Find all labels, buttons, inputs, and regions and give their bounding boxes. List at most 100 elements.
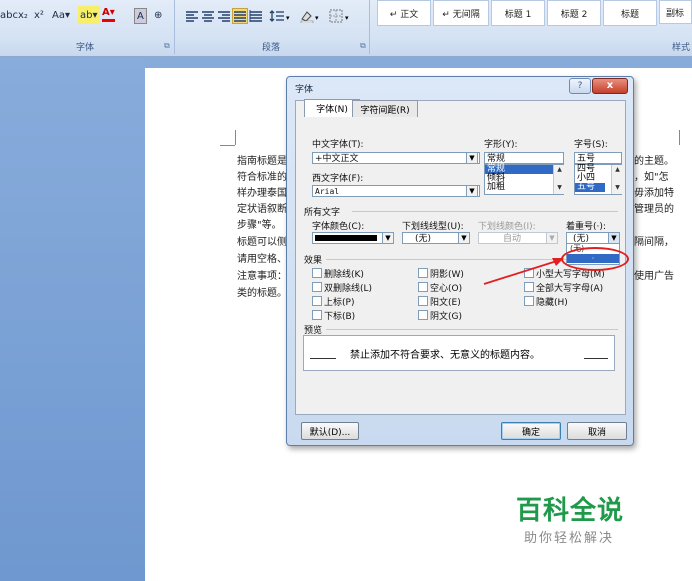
default-button[interactable]: 默认(D)... [301,422,359,440]
shading-icon[interactable]: ▾ [298,8,324,24]
font-size-list[interactable]: 四号 小四 五号 ▲ ▼ [574,164,623,195]
superscript-button[interactable]: x² [34,6,44,24]
underline-style-label: 下划线线型(U): [402,222,464,232]
style-title[interactable]: 标题 [603,0,657,26]
doc-text-line: 请用空格、 [237,254,287,265]
style-normal[interactable]: ↵ 正文 [377,0,431,26]
shadow-checkbox[interactable] [418,268,428,278]
style-no-spacing[interactable]: ↵ 无间隔 [433,0,489,26]
doc-text-right: 隔间隔， [634,237,674,248]
engrave-checkbox[interactable] [418,310,428,320]
effect-label: 隐藏(H) [536,298,568,308]
cn-font-label: 中文字体(T): [312,140,364,150]
ok-button[interactable]: 确定 [501,422,561,440]
distributed-icon[interactable] [248,8,264,24]
underline-color-label: 下划线颜色(I): [478,222,536,232]
doc-text-line: 符合标准的 [237,172,287,183]
doc-text-line: 类的标题。 [237,288,287,299]
effect-label: 阳文(E) [430,298,461,308]
annotation-arrow-icon [483,258,564,285]
scrollbar[interactable]: ▲ ▼ [611,165,623,194]
superscript-checkbox[interactable] [312,296,322,306]
styles-group-label: 样式 [671,43,690,53]
chevron-down-icon[interactable]: ▼ [466,152,478,164]
tab-character-spacing[interactable]: 字符间距(R) [352,100,418,117]
style-subtitle[interactable]: 副标 [659,0,692,24]
subscript-button[interactable]: x₂ [18,6,28,24]
borders-icon[interactable]: ▾ [328,8,354,24]
effect-label: 双删除线(L) [324,284,373,294]
font-color-button[interactable]: A▾ [102,6,115,22]
crop-mark [679,130,680,145]
cn-font-select[interactable]: +中文正文 [312,152,480,164]
doc-text-right: 使用广告 [634,271,674,282]
doc-text-line: 步骤"等。 [237,220,282,231]
chevron-down-icon[interactable]: ▼ [382,232,394,244]
svg-text:▾: ▾ [286,14,290,22]
font-color-label: 字体颜色(C): [312,222,365,232]
help-button[interactable]: ? [569,78,591,94]
font-size-input[interactable]: 五号 [574,152,622,164]
justify-icon[interactable] [232,8,248,24]
style-heading-2[interactable]: 标题 2 [547,0,601,26]
effect-label: 删除线(K) [324,270,364,280]
double-strike-checkbox[interactable] [312,282,322,292]
doc-text-right: 管理员的 [634,204,674,215]
subscript-checkbox[interactable] [312,310,322,320]
divider [352,211,618,212]
strikethrough-checkbox[interactable] [312,268,322,278]
effect-label: 阴影(W) [430,270,464,280]
style-heading-1[interactable]: 标题 1 [491,0,545,26]
dialog-title: 字体 [295,85,314,95]
strikethrough-button[interactable]: abc [0,6,18,24]
effect-label: 空心(O) [430,284,463,294]
effects-label: 效果 [304,256,323,266]
list-item[interactable]: 加粗 [485,183,563,192]
font-dialog-launcher-icon[interactable]: ⧉ [164,41,170,51]
doc-text-line: 标题可以侧 [237,237,287,248]
align-right-icon[interactable] [216,8,232,24]
preview-box: 禁止添加不符合要求、无意义的标题内容。 [303,335,615,371]
emboss-checkbox[interactable] [418,296,428,306]
preview-baseline [584,358,608,359]
enclose-char-button[interactable]: ⊕ [154,6,162,24]
line-spacing-icon[interactable]: ▾ [268,8,292,24]
paragraph-group-label: 段落 [261,43,280,53]
font-style-list[interactable]: 常规 倾斜 加粗 ▲ ▼ [484,164,565,195]
chevron-down-icon[interactable]: ▼ [458,232,470,244]
all-text-label: 所有文字 [304,208,341,218]
chevron-down-icon[interactable]: ▼ [466,185,478,197]
highlight-button[interactable]: ab▾ [78,6,100,24]
svg-text:▾: ▾ [315,14,319,22]
doc-text-right: 毋添加特 [634,188,674,199]
font-group-label: 字体 [75,43,94,53]
doc-text-right: ，如"怎 [634,172,669,183]
char-shading-button[interactable]: A [134,8,147,24]
emphasis-mark-label: 着重号(·): [566,222,606,232]
doc-text-right: 的主题。 [634,156,674,167]
paragraph-dialog-launcher-icon[interactable]: ⧉ [360,41,366,51]
hidden-checkbox[interactable] [524,296,534,306]
west-font-label: 西文字体(F): [312,174,364,184]
brand-name: 百科全说 [516,496,625,526]
list-item[interactable]: 五号 [575,183,605,192]
cancel-button[interactable]: 取消 [567,422,627,440]
outline-checkbox[interactable] [418,282,428,292]
close-button[interactable]: x [592,78,628,94]
doc-text-line: 注意事项： [237,271,287,282]
change-case-button[interactable]: Aa▾ [52,6,70,24]
ribbon: abc x₂ x² Aa▾ ab▾ A▾ A ⊕ 字体 ⧉ ▾ ▾ ▾ 段落 ⧉… [0,0,692,57]
doc-text-line: 定状语叙断 [237,204,287,215]
align-center-icon[interactable] [200,8,216,24]
scrollbar[interactable]: ▲ ▼ [553,165,565,194]
color-swatch [315,235,377,241]
effect-label: 上标(P) [324,298,355,308]
west-font-select[interactable]: Arial [312,185,480,197]
effect-label: 下标(B) [324,312,356,322]
crop-mark [235,130,236,145]
align-left-icon[interactable] [184,8,200,24]
svg-text:▾: ▾ [345,14,349,22]
doc-text-line: 指南标题是 [237,156,287,167]
chevron-down-icon: ▼ [546,232,558,244]
font-style-input[interactable]: 常规 [484,152,564,164]
